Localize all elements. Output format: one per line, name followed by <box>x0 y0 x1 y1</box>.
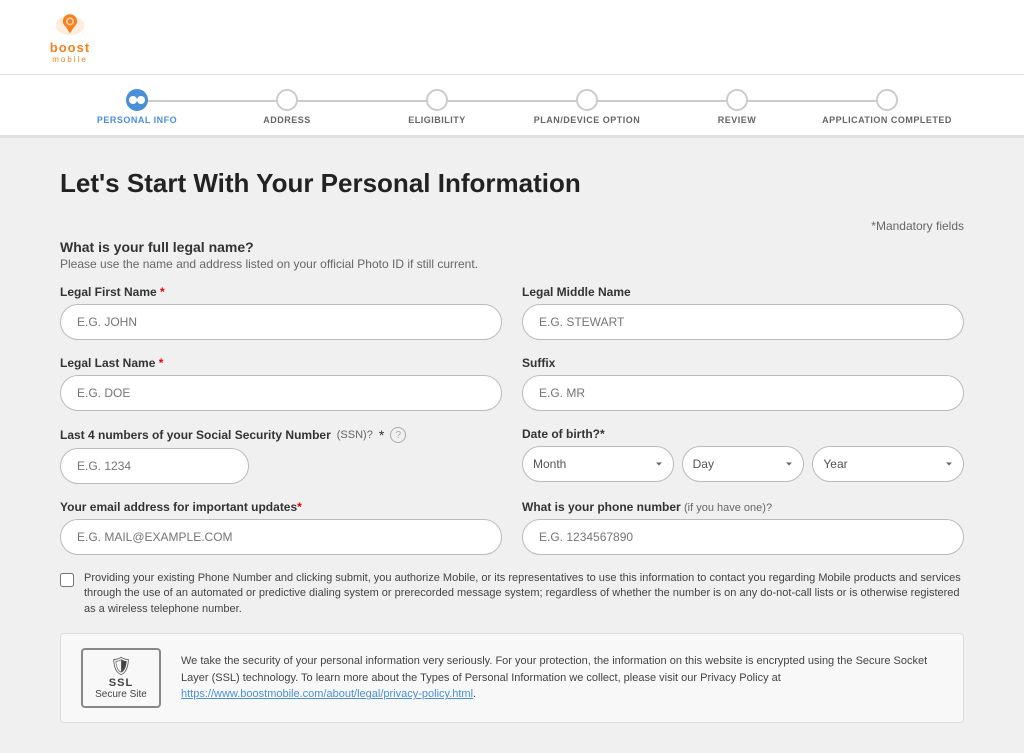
mandatory-note: *Mandatory fields <box>60 219 964 233</box>
step-plan-device[interactable]: PLAN/DEVICE OPTION <box>512 89 662 125</box>
legal-middle-name-group: Legal Middle Name <box>522 285 964 340</box>
ssn-group: Last 4 numbers of your Social Security N… <box>60 427 502 484</box>
ssl-shield-icon: 🛡 <box>110 656 133 677</box>
ssn-dob-row: Last 4 numbers of your Social Security N… <box>60 427 964 484</box>
name-row-1: Legal First Name * Legal Middle Name <box>60 285 964 340</box>
step-circle-eligibility <box>426 89 448 111</box>
step-label-address: ADDRESS <box>263 115 311 125</box>
ssl-badge-bottom: Secure Site <box>95 689 147 700</box>
logo-sub: mobile <box>52 55 88 64</box>
email-label: Your email address for important updates… <box>60 500 502 514</box>
step-label-completed: APPLICATION COMPLETED <box>822 115 952 125</box>
dob-label: Date of birth?* <box>522 427 964 441</box>
email-phone-row: Your email address for important updates… <box>60 500 964 555</box>
legal-first-name-input[interactable] <box>60 304 502 340</box>
legal-last-name-group: Legal Last Name * <box>60 356 502 411</box>
dob-month-select[interactable]: Month January February March April May J… <box>522 446 674 482</box>
logo: boost mobile <box>30 10 110 64</box>
name-question: What is your full legal name? <box>60 239 964 255</box>
step-circle-personal-info <box>126 89 148 111</box>
suffix-group: Suffix <box>522 356 964 411</box>
ssn-help-icon[interactable]: ? <box>390 427 406 443</box>
legal-first-name-label: Legal First Name * <box>60 285 502 299</box>
step-label-eligibility: ELIGIBILITY <box>408 115 466 125</box>
ssl-text: We take the security of your personal in… <box>181 653 943 703</box>
dob-selects: Month January February March April May J… <box>522 446 964 482</box>
logo-text: boost <box>50 40 90 55</box>
phone-label: What is your phone number (if you have o… <box>522 500 964 514</box>
dob-year-select[interactable]: Year for(let y=2024;y>=1900;y--) documen… <box>812 446 964 482</box>
ssn-abbr: (SSN)? <box>337 429 373 441</box>
step-circle-completed <box>876 89 898 111</box>
email-group: Your email address for important updates… <box>60 500 502 555</box>
legal-middle-name-label: Legal Middle Name <box>522 285 964 299</box>
ssn-label-row: Last 4 numbers of your Social Security N… <box>60 427 502 443</box>
legal-last-name-input[interactable] <box>60 375 502 411</box>
phone-group: What is your phone number (if you have o… <box>522 500 964 555</box>
ssn-input[interactable] <box>60 448 249 484</box>
step-address[interactable]: ADDRESS <box>212 89 362 125</box>
ssn-label: Last 4 numbers of your Social Security N… <box>60 428 331 442</box>
step-eligibility[interactable]: ELIGIBILITY <box>362 89 512 125</box>
ssl-banner: 🛡 SSL Secure Site We take the security o… <box>60 633 964 723</box>
ssn-required: * <box>379 427 384 443</box>
main-content: Let's Start With Your Personal Informati… <box>0 138 1024 753</box>
progress-steps: PERSONAL INFO ADDRESS ELIGIBILITY PLAN/D… <box>62 89 962 125</box>
email-input[interactable] <box>60 519 502 555</box>
step-personal-info[interactable]: PERSONAL INFO <box>62 89 212 125</box>
page-title: Let's Start With Your Personal Informati… <box>60 168 964 199</box>
consent-row: Providing your existing Phone Number and… <box>60 571 964 617</box>
step-label-plan-device: PLAN/DEVICE OPTION <box>534 115 641 125</box>
boost-logo-icon <box>50 10 90 40</box>
step-circle-address <box>276 89 298 111</box>
step-label-personal-info: PERSONAL INFO <box>97 115 177 125</box>
progress-bar: PERSONAL INFO ADDRESS ELIGIBILITY PLAN/D… <box>0 75 1024 138</box>
legal-last-name-label: Legal Last Name * <box>60 356 502 370</box>
suffix-input[interactable] <box>522 375 964 411</box>
step-label-review: REVIEW <box>718 115 757 125</box>
name-row-2: Legal Last Name * Suffix <box>60 356 964 411</box>
consent-checkbox[interactable] <box>60 573 74 587</box>
step-circle-review <box>726 89 748 111</box>
phone-input[interactable] <box>522 519 964 555</box>
ssl-link[interactable]: https://www.boostmobile.com/about/legal/… <box>181 688 473 700</box>
consent-text: Providing your existing Phone Number and… <box>84 571 964 617</box>
suffix-label: Suffix <box>522 356 964 370</box>
step-review[interactable]: REVIEW <box>662 89 812 125</box>
ssl-badge: 🛡 SSL Secure Site <box>81 648 161 708</box>
legal-middle-name-input[interactable] <box>522 304 964 340</box>
header: boost mobile <box>0 0 1024 75</box>
dob-day-select[interactable]: Day for(let i=1;i<=31;i++) document.writ… <box>682 446 805 482</box>
ssl-badge-top: SSL <box>109 677 133 689</box>
dob-group: Date of birth?* Month January February M… <box>522 427 964 482</box>
name-subtitle: Please use the name and address listed o… <box>60 257 964 271</box>
step-circle-plan-device <box>576 89 598 111</box>
legal-first-name-group: Legal First Name * <box>60 285 502 340</box>
step-completed[interactable]: APPLICATION COMPLETED <box>812 89 962 125</box>
